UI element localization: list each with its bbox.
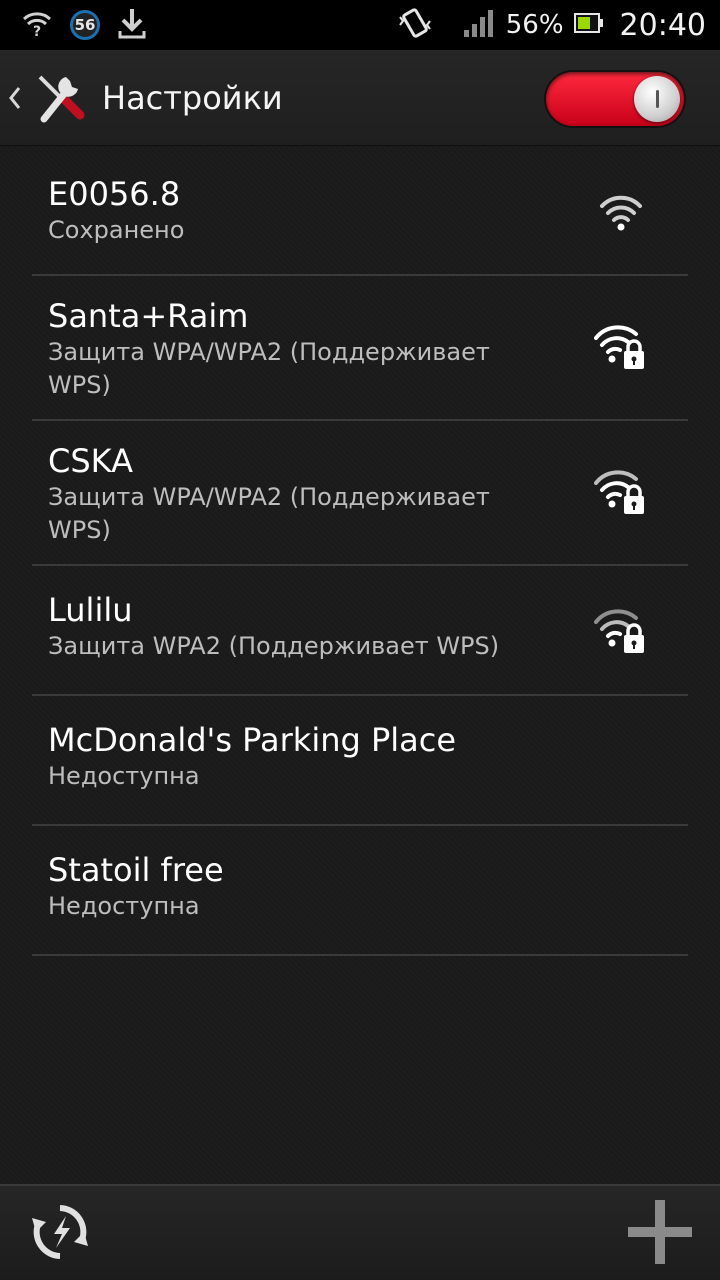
wifi-question-icon: ?	[22, 8, 52, 42]
network-name: Santa+Raim	[48, 297, 249, 335]
network-status: Недоступна	[48, 762, 200, 790]
network-name: Statoil free	[48, 851, 224, 889]
download-icon	[118, 7, 146, 43]
wifi-locked-icon	[594, 467, 648, 517]
svg-text:?: ?	[33, 24, 41, 38]
list-item[interactable]: E0056.8 Сохранено	[32, 146, 688, 276]
network-list: E0056.8 Сохранено Santa+Raim Защита WPA/…	[32, 146, 688, 956]
network-name: Lulilu	[48, 591, 133, 629]
list-item[interactable]: Statoil free Недоступна	[32, 826, 688, 956]
list-item[interactable]: McDonald's Parking Place Недоступна	[32, 696, 688, 826]
network-status: Сохранено	[48, 216, 185, 244]
battery-icon	[573, 12, 604, 38]
status-bar: ? 56 56% 20:40	[0, 0, 720, 50]
wifi-locked-icon	[594, 322, 648, 372]
wifi-open-icon	[594, 186, 648, 236]
add-icon[interactable]	[626, 1198, 694, 1266]
signal-icon	[462, 8, 496, 42]
notification-badge-icon: 56	[70, 10, 100, 40]
wifi-locked-icon	[594, 606, 648, 656]
toggle-knob[interactable]	[634, 76, 680, 122]
list-item[interactable]: Lulilu Защита WPA2 (Поддерживает WPS)	[32, 566, 688, 696]
bottom-bar	[0, 1184, 720, 1280]
network-name: CSKA	[48, 442, 133, 480]
list-item[interactable]: Santa+Raim Защита WPA/WPA2 (Поддерживает…	[32, 276, 688, 421]
list-item[interactable]: CSKA Защита WPA/WPA2 (Поддерживает WPS)	[32, 421, 688, 566]
back-chevron-icon[interactable]	[8, 78, 28, 118]
network-status: Защита WPA/WPA2 (Поддерживает WPS)	[48, 483, 490, 544]
network-status: Защита WPA/WPA2 (Поддерживает WPS)	[48, 338, 490, 399]
page-title: Настройки	[102, 78, 283, 117]
wps-refresh-icon[interactable]	[28, 1200, 92, 1264]
action-bar: Настройки	[0, 50, 720, 146]
settings-tools-icon[interactable]	[30, 69, 88, 127]
network-name: E0056.8	[48, 175, 181, 213]
network-status: Недоступна	[48, 892, 200, 920]
network-status: Защита WPA2 (Поддерживает WPS)	[48, 632, 500, 660]
vibrate-icon	[398, 7, 432, 43]
wifi-toggle[interactable]	[546, 72, 684, 126]
battery-percent: 56%	[505, 10, 564, 40]
network-name: McDonald's Parking Place	[48, 721, 457, 759]
clock: 20:40	[619, 7, 706, 43]
